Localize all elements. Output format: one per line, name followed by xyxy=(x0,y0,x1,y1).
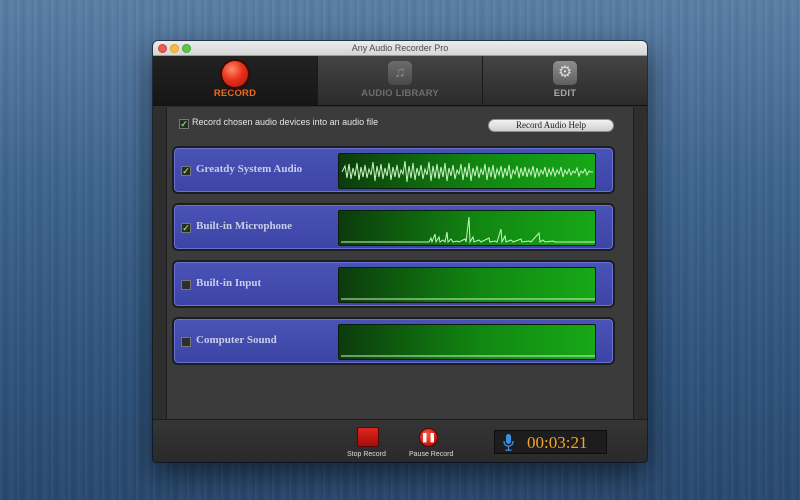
pause-record-button[interactable]: ❚❚ xyxy=(419,428,438,447)
level-meter xyxy=(338,267,596,303)
device-row: ✓ Greatdy System Audio xyxy=(172,146,615,194)
app-window: Any Audio Recorder Pro RECORD ♫ AUDIO LI… xyxy=(153,41,647,462)
title-bar[interactable]: Any Audio Recorder Pro xyxy=(153,41,647,56)
window-title: Any Audio Recorder Pro xyxy=(351,43,449,53)
record-icon xyxy=(222,61,248,87)
level-meter xyxy=(338,324,596,360)
tab-record[interactable]: RECORD xyxy=(153,56,318,105)
waveform xyxy=(341,160,593,183)
record-audio-help-button[interactable]: Record Audio Help xyxy=(488,119,614,132)
pause-icon: ❚❚ xyxy=(420,432,437,442)
level-meter xyxy=(338,210,596,246)
device-checkbox[interactable] xyxy=(181,280,191,290)
record-panel: ✓ Record chosen audio devices into an au… xyxy=(166,107,634,419)
waveform xyxy=(341,298,595,300)
microphone-icon xyxy=(503,434,514,451)
recording-controls-bar: Stop Record ❚❚ Pause Record 00:03:21 xyxy=(153,419,647,462)
record-option-row[interactable]: ✓ Record chosen audio devices into an au… xyxy=(179,117,479,131)
device-name: Built-in Microphone xyxy=(196,220,293,232)
pause-record-label: Pause Record xyxy=(409,451,454,458)
level-meter xyxy=(338,153,596,189)
stop-record-label: Stop Record xyxy=(347,451,386,458)
waveform xyxy=(341,216,595,244)
music-note-icon: ♫ xyxy=(388,61,412,85)
tab-edit[interactable]: ⚙ EDIT xyxy=(483,56,647,105)
recording-timer: 00:03:21 xyxy=(494,430,607,454)
tab-edit-label: EDIT xyxy=(553,88,577,99)
record-option-label: Record chosen audio devices into an audi… xyxy=(192,117,379,127)
device-row: ✓ Built-in Microphone xyxy=(172,203,615,251)
waveform xyxy=(341,355,595,357)
record-option-checkbox[interactable]: ✓ xyxy=(179,119,189,129)
device-row: Computer Sound xyxy=(172,317,615,365)
device-checkbox[interactable] xyxy=(181,337,191,347)
timer-value: 00:03:21 xyxy=(527,433,588,452)
tab-audio-library-label: AUDIO LIBRARY xyxy=(361,88,439,99)
device-checkbox[interactable]: ✓ xyxy=(181,223,191,233)
device-row: Built-in Input xyxy=(172,260,615,308)
device-name: Built-in Input xyxy=(196,277,262,289)
tab-record-label: RECORD xyxy=(213,88,257,99)
device-checkbox[interactable]: ✓ xyxy=(181,166,191,176)
tab-audio-library[interactable]: ♫ AUDIO LIBRARY xyxy=(318,56,483,105)
device-name: Computer Sound xyxy=(196,334,277,346)
gear-icon: ⚙ xyxy=(553,61,577,85)
main-toolbar: RECORD ♫ AUDIO LIBRARY ⚙ EDIT xyxy=(153,56,647,106)
device-name: Greatdy System Audio xyxy=(196,163,303,175)
stop-record-button[interactable] xyxy=(357,427,379,447)
